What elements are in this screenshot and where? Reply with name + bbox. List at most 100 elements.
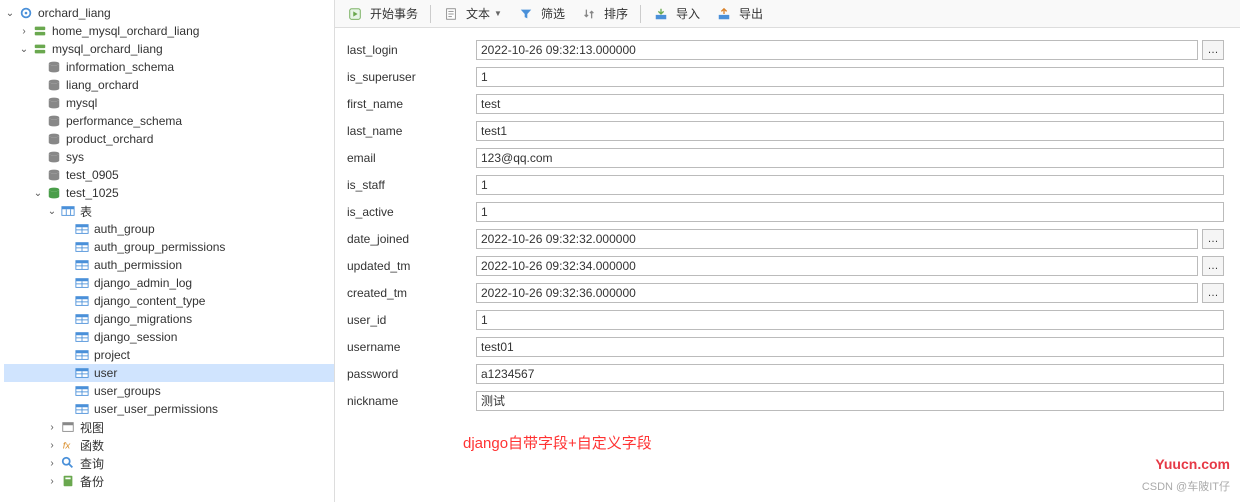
tree-query[interactable]: › 查询 bbox=[4, 454, 334, 472]
table-icon bbox=[74, 365, 90, 381]
field-input-is_superuser[interactable] bbox=[476, 67, 1224, 87]
table-group-icon bbox=[60, 203, 76, 219]
field-label: last_name bbox=[343, 124, 476, 138]
form-row: password bbox=[343, 360, 1224, 387]
date-picker-button[interactable]: … bbox=[1202, 283, 1224, 303]
tree-table-label: django_migrations bbox=[94, 312, 192, 326]
export-button[interactable]: 导出 bbox=[710, 3, 769, 24]
field-label: is_superuser bbox=[343, 70, 476, 84]
tree-database-open[interactable]: ⌄ test_1025 bbox=[4, 184, 334, 202]
tree-table[interactable]: auth_permission bbox=[4, 256, 334, 274]
tree-db-label: product_orchard bbox=[66, 132, 153, 146]
tree-connection[interactable]: ⌄ mysql_orchard_liang bbox=[4, 40, 334, 58]
chevron-right-icon[interactable]: › bbox=[18, 25, 30, 37]
date-picker-button[interactable]: … bbox=[1202, 40, 1224, 60]
filter-label: 筛选 bbox=[541, 5, 565, 22]
field-label: nickname bbox=[343, 394, 476, 408]
tree-table[interactable]: django_admin_log bbox=[4, 274, 334, 292]
tree-table-label: auth_permission bbox=[94, 258, 182, 272]
field-input-password[interactable] bbox=[476, 364, 1224, 384]
field-input-last_name[interactable] bbox=[476, 121, 1224, 141]
chevron-right-icon[interactable]: › bbox=[46, 475, 58, 487]
field-input-date_joined[interactable] bbox=[476, 229, 1198, 249]
tree-views[interactable]: › 视图 bbox=[4, 418, 334, 436]
svg-text:fx: fx bbox=[63, 441, 72, 452]
field-input-nickname[interactable] bbox=[476, 391, 1224, 411]
field-input-user_id[interactable] bbox=[476, 310, 1224, 330]
chevron-right-icon[interactable]: › bbox=[46, 457, 58, 469]
tree-table[interactable]: auth_group bbox=[4, 220, 334, 238]
chevron-down-icon[interactable]: ⌄ bbox=[46, 205, 58, 217]
tree-db-label: liang_orchard bbox=[66, 78, 139, 92]
filter-button[interactable]: 筛选 bbox=[512, 3, 571, 24]
tree-table[interactable]: user_groups bbox=[4, 382, 334, 400]
tree-db-label: sys bbox=[66, 150, 84, 164]
field-input-created_tm[interactable] bbox=[476, 283, 1198, 303]
export-label: 导出 bbox=[739, 5, 763, 22]
tree-table-label: user bbox=[94, 366, 117, 380]
tree-table-label: user_user_permissions bbox=[94, 402, 218, 416]
tree-table[interactable]: django_migrations bbox=[4, 310, 334, 328]
field-input-is_staff[interactable] bbox=[476, 175, 1224, 195]
chevron-right-icon[interactable]: › bbox=[46, 421, 58, 433]
table-icon bbox=[74, 275, 90, 291]
field-input-last_login[interactable] bbox=[476, 40, 1198, 60]
field-label: first_name bbox=[343, 97, 476, 111]
chevron-down-icon[interactable]: ⌄ bbox=[4, 7, 16, 19]
date-picker-button[interactable]: … bbox=[1202, 229, 1224, 249]
function-icon: fx bbox=[60, 437, 76, 453]
tree-database[interactable]: liang_orchard bbox=[4, 76, 334, 94]
field-input-email[interactable] bbox=[476, 148, 1224, 168]
views-icon bbox=[60, 419, 76, 435]
tree-database[interactable]: sys bbox=[4, 148, 334, 166]
begin-transaction-button[interactable]: 开始事务 bbox=[341, 3, 424, 24]
tree-functions[interactable]: › fx 函数 bbox=[4, 436, 334, 454]
table-icon bbox=[74, 221, 90, 237]
table-icon bbox=[74, 257, 90, 273]
tree-connection[interactable]: › home_mysql_orchard_liang bbox=[4, 22, 334, 40]
tree-database[interactable]: test_0905 bbox=[4, 166, 334, 184]
import-icon bbox=[653, 6, 669, 22]
tree-table-label: django_content_type bbox=[94, 294, 205, 308]
table-icon bbox=[74, 311, 90, 327]
date-picker-button[interactable]: … bbox=[1202, 256, 1224, 276]
gear-icon bbox=[18, 5, 34, 21]
tree-table[interactable]: django_session bbox=[4, 328, 334, 346]
field-input-updated_tm[interactable] bbox=[476, 256, 1198, 276]
tree-tables-folder[interactable]: ⌄ 表 bbox=[4, 202, 334, 220]
tree-table[interactable]: project bbox=[4, 346, 334, 364]
database-icon bbox=[46, 95, 62, 111]
tree-tables-label: 表 bbox=[80, 203, 92, 220]
tree-table[interactable]: user_user_permissions bbox=[4, 400, 334, 418]
text-view-button[interactable]: 文本 ▼ bbox=[437, 3, 508, 24]
tree-database[interactable]: information_schema bbox=[4, 58, 334, 76]
chevron-down-icon[interactable]: ⌄ bbox=[32, 187, 44, 199]
sort-button[interactable]: 排序 bbox=[575, 3, 634, 24]
backup-icon bbox=[60, 473, 76, 489]
database-icon bbox=[46, 113, 62, 129]
play-icon bbox=[347, 6, 363, 22]
tree-database[interactable]: mysql bbox=[4, 94, 334, 112]
form-row: nickname bbox=[343, 387, 1224, 414]
tree-backup[interactable]: › 备份 bbox=[4, 472, 334, 490]
field-input-is_active[interactable] bbox=[476, 202, 1224, 222]
tree-db-label: test_0905 bbox=[66, 168, 119, 182]
import-button[interactable]: 导入 bbox=[647, 3, 706, 24]
chevron-down-icon[interactable]: ⌄ bbox=[18, 43, 30, 55]
field-input-first_name[interactable] bbox=[476, 94, 1224, 114]
field-input-username[interactable] bbox=[476, 337, 1224, 357]
tree-db-label: performance_schema bbox=[66, 114, 182, 128]
tree-database[interactable]: product_orchard bbox=[4, 130, 334, 148]
tree-table[interactable]: django_content_type bbox=[4, 292, 334, 310]
tree-root[interactable]: ⌄ orchard_liang bbox=[4, 4, 334, 22]
form-row: last_login … bbox=[343, 36, 1224, 63]
views-label: 视图 bbox=[80, 419, 104, 436]
chevron-right-icon[interactable]: › bbox=[46, 439, 58, 451]
tree-conn-label: home_mysql_orchard_liang bbox=[52, 24, 199, 38]
table-icon bbox=[74, 329, 90, 345]
tree-table[interactable]: auth_group_permissions bbox=[4, 238, 334, 256]
tree-db-label: information_schema bbox=[66, 60, 174, 74]
tree-table[interactable]: user bbox=[4, 364, 334, 382]
tree-database[interactable]: performance_schema bbox=[4, 112, 334, 130]
import-label: 导入 bbox=[676, 5, 700, 22]
